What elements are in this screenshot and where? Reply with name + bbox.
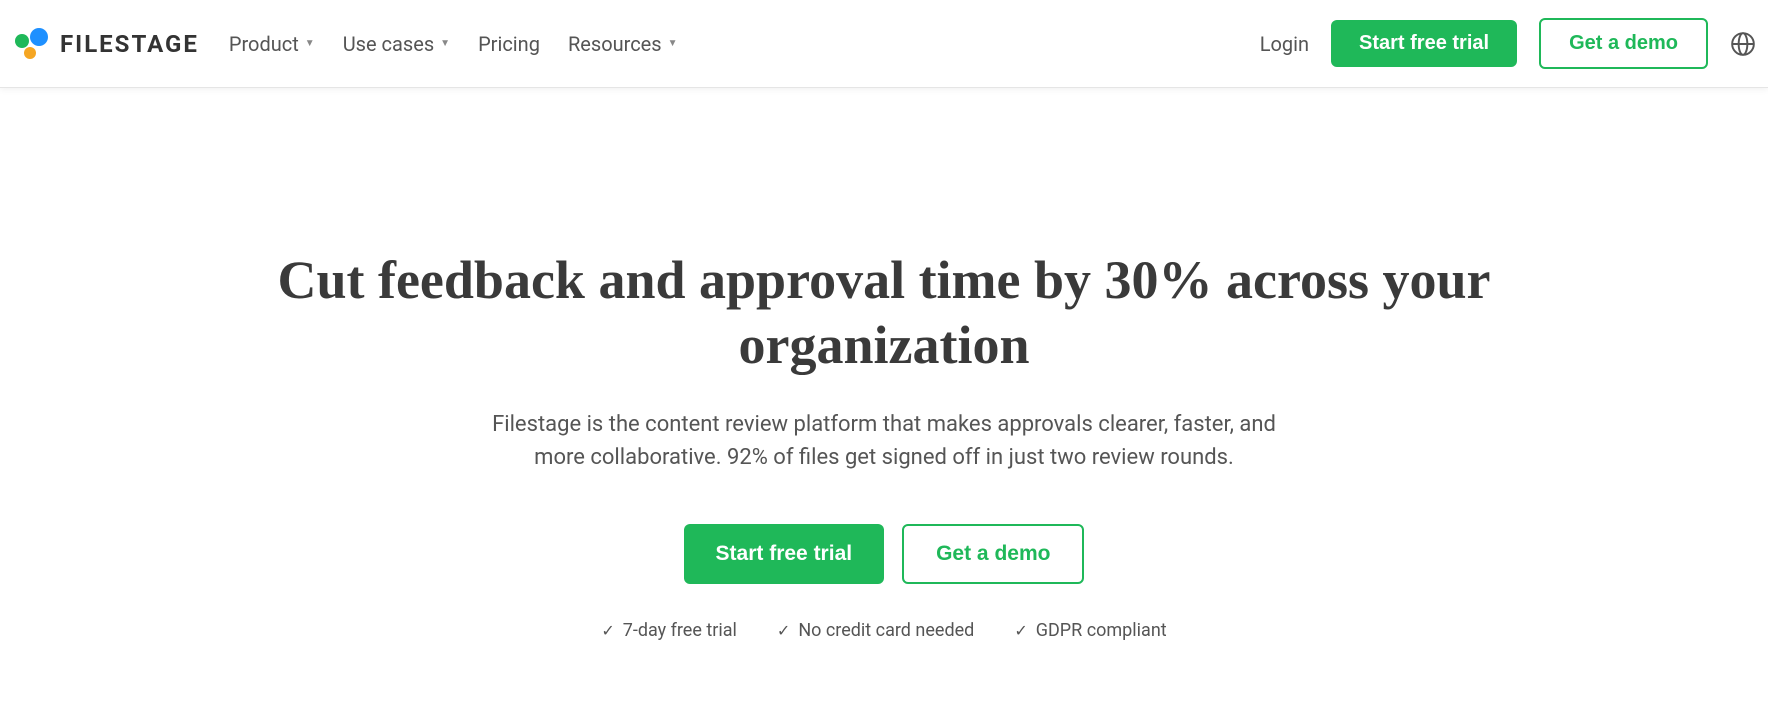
hero-subtext: Filestage is the content review platform…: [474, 408, 1294, 474]
check-icon: ✓: [601, 621, 614, 640]
benefit-label: GDPR compliant: [1036, 620, 1167, 641]
chevron-down-icon: ▼: [668, 38, 678, 49]
benefit-label: No credit card needed: [798, 620, 974, 641]
check-icon: ✓: [777, 621, 790, 640]
benefit-item: ✓ 7-day free trial: [601, 620, 737, 641]
get-demo-button[interactable]: Get a demo: [1539, 18, 1708, 69]
logo[interactable]: FILESTAGE: [12, 27, 199, 61]
logo-text: FILESTAGE: [60, 30, 199, 58]
language-selector[interactable]: [1730, 31, 1756, 57]
nav-label: Pricing: [478, 32, 540, 56]
hero-benefits: ✓ 7-day free trial ✓ No credit card need…: [200, 620, 1568, 641]
nav-label: Resources: [568, 32, 662, 56]
header-actions: Login Start free trial Get a demo: [1260, 18, 1756, 69]
benefit-item: ✓ GDPR compliant: [1014, 620, 1166, 641]
nav-pricing[interactable]: Pricing: [478, 32, 540, 56]
login-link[interactable]: Login: [1260, 32, 1309, 56]
nav-use-cases[interactable]: Use cases ▼: [343, 32, 450, 56]
hero-start-trial-button[interactable]: Start free trial: [684, 524, 885, 584]
globe-icon: [1730, 31, 1756, 57]
check-icon: ✓: [1014, 621, 1027, 640]
chevron-down-icon: ▼: [305, 38, 315, 49]
hero-cta: Start free trial Get a demo: [200, 524, 1568, 584]
site-header: FILESTAGE Product ▼ Use cases ▼ Pricing …: [0, 0, 1768, 88]
benefit-label: 7-day free trial: [623, 620, 737, 641]
start-trial-button[interactable]: Start free trial: [1331, 20, 1517, 67]
benefit-item: ✓ No credit card needed: [777, 620, 974, 641]
hero-get-demo-button[interactable]: Get a demo: [902, 524, 1084, 584]
main-nav: Product ▼ Use cases ▼ Pricing Resources …: [229, 32, 678, 56]
nav-product[interactable]: Product ▼: [229, 32, 315, 56]
hero-section: Cut feedback and approval time by 30% ac…: [0, 88, 1768, 681]
nav-label: Use cases: [343, 32, 434, 56]
hero-headline: Cut feedback and approval time by 30% ac…: [200, 248, 1568, 378]
chevron-down-icon: ▼: [440, 38, 450, 49]
logo-icon: [12, 27, 52, 61]
nav-label: Product: [229, 32, 299, 56]
nav-resources[interactable]: Resources ▼: [568, 32, 678, 56]
